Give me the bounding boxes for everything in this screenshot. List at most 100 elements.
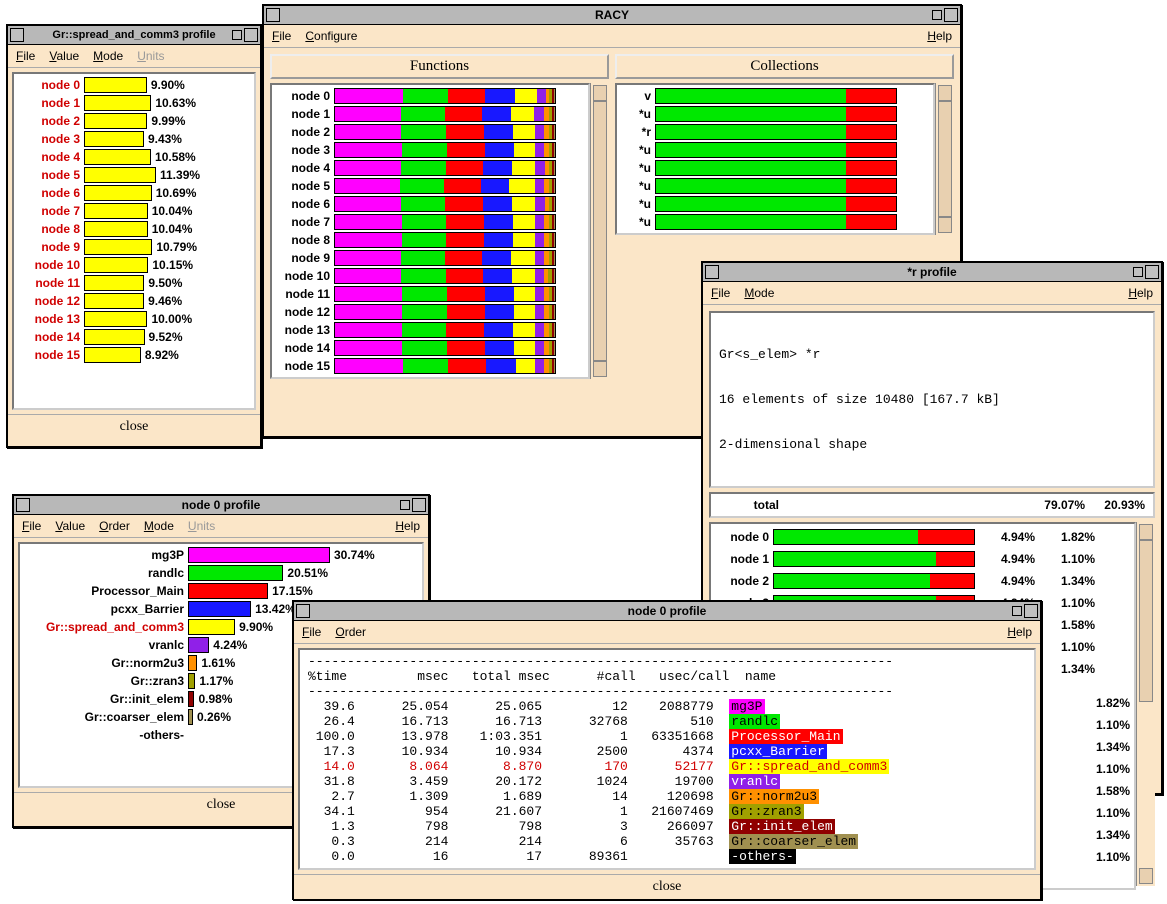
collection-row[interactable]: *u xyxy=(621,159,929,177)
function-row[interactable]: node 14 xyxy=(276,339,584,357)
menu-file[interactable]: File xyxy=(16,49,35,63)
wm-max-icon[interactable] xyxy=(412,498,426,512)
node-row[interactable]: node 129.46% xyxy=(18,292,250,310)
wm-menu-icon[interactable] xyxy=(705,265,719,279)
menu-configure[interactable]: Configure xyxy=(305,29,357,43)
function-row[interactable]: node 4 xyxy=(276,159,584,177)
table-row[interactable]: 26.4 16.713 16.713 32768 510 randlc xyxy=(308,714,1026,729)
titlebar[interactable]: node 0 profile xyxy=(14,496,428,515)
node-row[interactable]: node 710.04% xyxy=(18,202,250,220)
menu-file[interactable]: File xyxy=(711,286,730,300)
table-row[interactable]: 34.1 954 21.607 1 21607469 Gr::zran3 xyxy=(308,804,1026,819)
close-button[interactable]: close xyxy=(8,414,260,439)
titlebar[interactable]: Gr::spread_and_comm3 profile xyxy=(8,26,260,45)
collection-row[interactable]: *r xyxy=(621,123,929,141)
menu-order[interactable]: Order xyxy=(99,519,130,533)
table-row[interactable]: 39.6 25.054 25.065 12 2088779 mg3P xyxy=(308,699,1026,714)
table-row[interactable]: 0.0 16 17 89361 -others- xyxy=(308,849,1026,864)
function-row[interactable]: node 13 xyxy=(276,321,584,339)
node-label: node 0 xyxy=(276,89,330,103)
table-row[interactable]: 31.8 3.459 20.172 1024 19700 vranlc xyxy=(308,774,1026,789)
collection-row[interactable]: *u xyxy=(621,105,929,123)
function-row[interactable]: node 6 xyxy=(276,195,584,213)
function-row[interactable]: node 10 xyxy=(276,267,584,285)
function-row[interactable]: node 15 xyxy=(276,357,584,375)
table-row[interactable]: 2.7 1.309 1.689 14 120698 Gr::norm2u3 xyxy=(308,789,1026,804)
menu-file[interactable]: File xyxy=(302,625,321,639)
menu-help[interactable]: HHelpelp xyxy=(927,29,952,43)
menu-mode[interactable]: Mode xyxy=(744,286,774,300)
node-row[interactable]: node 14.94%1.10% xyxy=(715,548,1130,570)
function-row[interactable]: Processor_Main17.15% xyxy=(24,582,418,600)
node-row[interactable]: node 29.99% xyxy=(18,112,250,130)
menu-help[interactable]: Help xyxy=(395,519,420,533)
node-row[interactable]: node 910.79% xyxy=(18,238,250,256)
wm-menu-icon[interactable] xyxy=(296,604,310,618)
function-row[interactable]: node 5 xyxy=(276,177,584,195)
table-row[interactable]: 100.0 13.978 1:03.351 1 63351668 Process… xyxy=(308,729,1026,744)
collection-row[interactable]: *u xyxy=(621,213,929,231)
wm-menu-icon[interactable] xyxy=(10,28,24,42)
wm-max-icon[interactable] xyxy=(944,8,958,22)
wm-min-icon[interactable] xyxy=(232,30,242,40)
node-row[interactable]: node 149.52% xyxy=(18,328,250,346)
collection-row[interactable]: *u xyxy=(621,141,929,159)
menu-mode[interactable]: Mode xyxy=(93,49,123,63)
function-row[interactable]: node 11 xyxy=(276,285,584,303)
node-row[interactable]: node 1010.15% xyxy=(18,256,250,274)
table-row[interactable]: 0.3 214 214 6 35763 Gr::coarser_elem xyxy=(308,834,1026,849)
function-row[interactable]: node 2 xyxy=(276,123,584,141)
table-row[interactable]: 14.0 8.064 8.870 170 52177 Gr::spread_an… xyxy=(308,759,1026,774)
wm-max-icon[interactable] xyxy=(244,28,258,42)
menu-mode[interactable]: Mode xyxy=(144,519,174,533)
collection-row[interactable]: v xyxy=(621,87,929,105)
node-row[interactable]: node 410.58% xyxy=(18,148,250,166)
node-row[interactable]: node 24.94%1.34% xyxy=(715,570,1130,592)
node-row[interactable]: node 158.92% xyxy=(18,346,250,364)
node-row[interactable]: node 511.39% xyxy=(18,166,250,184)
node-row[interactable]: node 810.04% xyxy=(18,220,250,238)
function-row[interactable]: node 9 xyxy=(276,249,584,267)
node-row[interactable]: node 119.50% xyxy=(18,274,250,292)
wm-min-icon[interactable] xyxy=(932,10,942,20)
function-row[interactable]: randlc20.51% xyxy=(24,564,418,582)
node-row[interactable]: node 610.69% xyxy=(18,184,250,202)
wm-menu-icon[interactable] xyxy=(16,498,30,512)
menu-help[interactable]: Help xyxy=(1007,625,1032,639)
functions-scrollbar[interactable] xyxy=(590,83,609,379)
node-row[interactable]: node 09.90% xyxy=(18,76,250,94)
node-row[interactable]: node 1310.00% xyxy=(18,310,250,328)
menu-value[interactable]: Value xyxy=(49,49,79,63)
wm-min-icon[interactable] xyxy=(1133,267,1143,277)
menu-file[interactable]: File xyxy=(272,29,291,43)
menu-order[interactable]: Order xyxy=(335,625,366,639)
titlebar[interactable]: RACY xyxy=(264,6,960,25)
menu-help[interactable]: Help xyxy=(1128,286,1153,300)
function-row[interactable]: node 1 xyxy=(276,105,584,123)
menu-value[interactable]: Value xyxy=(55,519,85,533)
close-button[interactable]: close xyxy=(294,874,1040,899)
function-row[interactable]: node 0 xyxy=(276,87,584,105)
collection-row[interactable]: *u xyxy=(621,195,929,213)
function-row[interactable]: node 7 xyxy=(276,213,584,231)
table-row[interactable]: 1.3 798 798 3 266097 Gr::init_elem xyxy=(308,819,1026,834)
r-scrollbar[interactable] xyxy=(1136,522,1155,886)
node-row[interactable]: node 04.94%1.82% xyxy=(715,526,1130,548)
function-row[interactable]: node 8 xyxy=(276,231,584,249)
wm-max-icon[interactable] xyxy=(1145,265,1159,279)
collections-scrollbar[interactable] xyxy=(935,83,954,235)
wm-min-icon[interactable] xyxy=(400,500,410,510)
collection-row[interactable]: *u xyxy=(621,177,929,195)
node-row[interactable]: node 39.43% xyxy=(18,130,250,148)
titlebar[interactable]: node 0 profile xyxy=(294,602,1040,621)
table-row[interactable]: 17.3 10.934 10.934 2500 4374 pcxx_Barrie… xyxy=(308,744,1026,759)
wm-max-icon[interactable] xyxy=(1024,604,1038,618)
titlebar[interactable]: *r profile xyxy=(703,263,1161,282)
menu-file[interactable]: File xyxy=(22,519,41,533)
wm-menu-icon[interactable] xyxy=(266,8,280,22)
function-row[interactable]: node 12 xyxy=(276,303,584,321)
function-row[interactable]: node 3 xyxy=(276,141,584,159)
function-row[interactable]: mg3P30.74% xyxy=(24,546,418,564)
node-row[interactable]: node 110.63% xyxy=(18,94,250,112)
wm-min-icon[interactable] xyxy=(1012,606,1022,616)
